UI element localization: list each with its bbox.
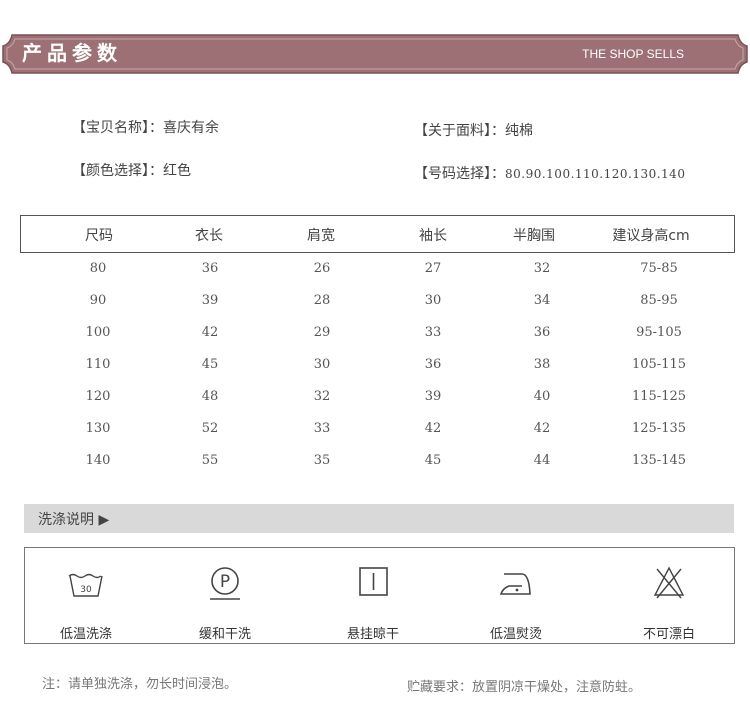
care-icons-panel: 30 低温洗涤 P 缓和干洗 悬挂晾干 低温熨烫 不可漂白 <box>24 547 735 644</box>
info-label: 【号码选择】： <box>414 166 505 182</box>
table-cell: 105-115 <box>631 357 687 372</box>
table-row: 80 36 26 27 32 75-85 <box>20 253 735 285</box>
table-cell: 135-145 <box>631 453 687 468</box>
table-cell: 34 <box>533 293 551 308</box>
table-cell: 40 <box>533 389 551 404</box>
care-item: P 缓和干洗 <box>175 548 275 643</box>
table-cell: 36 <box>424 357 442 372</box>
table-cell: 45 <box>424 453 442 468</box>
care-item: 悬挂晾干 <box>323 548 423 643</box>
care-item: 30 低温洗涤 <box>36 548 136 643</box>
care-label: 缓和干洗 <box>198 627 251 642</box>
table-cell: 42 <box>424 421 442 436</box>
table-row: 100 42 29 33 36 95-105 <box>20 317 735 349</box>
info-label: 【关于面料】： <box>414 123 505 139</box>
table-cell: 33 <box>313 421 331 436</box>
table-cell: 36 <box>201 261 219 276</box>
info-product-name: 【宝贝名称】：喜庆有余 <box>72 119 219 137</box>
table-cell: 36 <box>533 325 551 340</box>
table-cell: 33 <box>424 325 442 340</box>
column-header: 建议身高cm <box>612 228 690 244</box>
table-cell: 90 <box>89 293 107 308</box>
wash-section-title: 洗涤说明 ▶ <box>38 512 110 528</box>
table-cell: 38 <box>533 357 551 372</box>
table-cell: 30 <box>313 357 331 372</box>
column-header: 半胸围 <box>513 228 555 244</box>
column-header: 袖长 <box>419 228 447 244</box>
size-table: 尺码 衣长 肩宽 袖长 半胸围 建议身高cm 80 36 26 27 32 75-85 90… <box>20 215 735 477</box>
info-fabric: 【关于面料】：纯棉 <box>414 122 533 140</box>
shop-subtitle: THE SHOP SELLS <box>582 47 684 61</box>
table-body: 80 36 26 27 32 75-85 90 39 28 30 34 85-95 100 42 29 33 3… <box>20 253 735 477</box>
table-cell: 75-85 <box>640 261 678 276</box>
table-cell: 44 <box>533 453 551 468</box>
table-cell: 130 <box>85 421 111 436</box>
info-sizes: 【号码选择】：80.90.100.110.120.130.140 <box>414 165 685 183</box>
table-cell: 110 <box>85 357 111 372</box>
table-cell: 32 <box>533 261 551 276</box>
no-bleach-icon <box>653 566 685 599</box>
table-row: 90 39 28 30 34 85-95 <box>20 285 735 317</box>
table-cell: 28 <box>313 293 331 308</box>
column-header: 尺码 <box>85 228 113 244</box>
info-label: 【颜色选择】： <box>72 163 163 179</box>
table-cell: 115-125 <box>631 389 687 404</box>
table-cell: 140 <box>85 453 111 468</box>
table-cell: 42 <box>533 421 551 436</box>
dry-clean-p-icon: P <box>210 567 240 600</box>
table-cell: 100 <box>85 325 111 340</box>
wash-30-icon: 30 <box>68 573 103 597</box>
table-cell: 32 <box>313 389 331 404</box>
dry-clean-letter: P <box>220 572 230 592</box>
table-cell: 85-95 <box>640 293 678 308</box>
care-item: 低温熨烫 <box>466 548 566 643</box>
table-cell: 30 <box>424 293 442 308</box>
table-row: 140 55 35 45 44 135-145 <box>20 445 735 477</box>
table-cell: 35 <box>313 453 331 468</box>
page-title: 产品参数 <box>22 41 122 65</box>
table-cell: 55 <box>201 453 219 468</box>
hang-dry-icon <box>359 567 388 596</box>
care-item: 不可漂白 <box>619 548 719 643</box>
info-value: 喜庆有余 <box>163 120 219 136</box>
care-label: 悬挂晾干 <box>346 627 399 642</box>
table-cell: 52 <box>201 421 219 436</box>
info-value: 80.90.100.110.120.130.140 <box>505 167 686 181</box>
table-cell: 26 <box>313 261 331 276</box>
info-color: 【颜色选择】：红色 <box>72 162 191 180</box>
table-cell: 27 <box>424 261 442 276</box>
column-header: 衣长 <box>195 228 223 244</box>
care-label: 不可漂白 <box>642 627 695 642</box>
table-cell: 29 <box>313 325 331 340</box>
table-row: 130 52 33 42 42 125-135 <box>20 413 735 445</box>
wash-section-header: 洗涤说明 ▶ <box>24 504 734 533</box>
table-cell: 39 <box>201 293 219 308</box>
care-label: 低温洗涤 <box>59 627 112 642</box>
column-header: 肩宽 <box>307 228 335 244</box>
table-cell: 48 <box>201 389 219 404</box>
wash-note: 注：请单独洗涤，勿长时间浸泡。 <box>42 677 238 692</box>
table-cell: 95-105 <box>636 325 682 340</box>
table-cell: 120 <box>85 389 111 404</box>
table-cell: 39 <box>424 389 442 404</box>
table-cell: 45 <box>201 357 219 372</box>
table-row: 110 45 30 36 38 105-115 <box>20 349 735 381</box>
info-value: 红色 <box>163 163 191 179</box>
section-header-banner: 产品参数 THE SHOP SELLS <box>2 34 748 74</box>
info-value: 纯棉 <box>505 123 533 139</box>
table-cell: 80 <box>89 261 107 276</box>
table-cell: 42 <box>201 325 219 340</box>
table-header-row: 尺码 衣长 肩宽 袖长 半胸围 建议身高cm <box>20 215 735 253</box>
table-row: 120 48 32 39 40 115-125 <box>20 381 735 413</box>
care-label: 低温熨烫 <box>489 627 542 642</box>
info-label: 【宝贝名称】： <box>72 120 163 136</box>
storage-note: 贮藏要求：放置阴凉干燥处，注意防蛀。 <box>407 680 642 695</box>
iron-low-icon <box>499 573 531 595</box>
table-cell: 125-135 <box>631 421 687 436</box>
wash-temp-text: 30 <box>80 585 92 595</box>
